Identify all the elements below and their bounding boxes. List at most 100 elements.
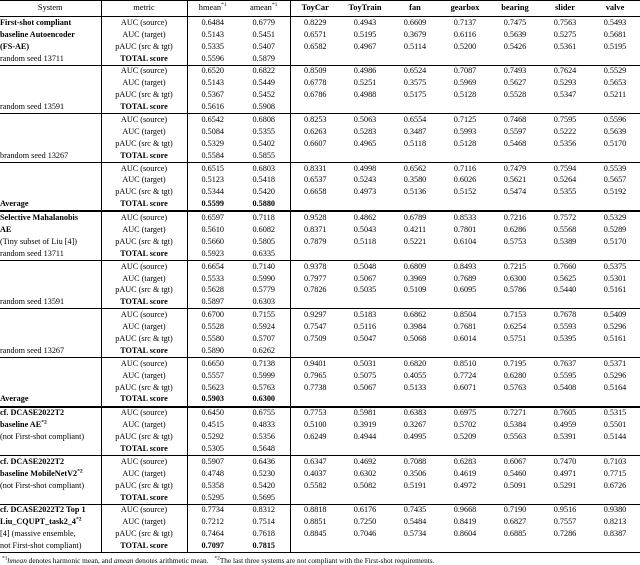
- value-gearbox: 0.8419: [453, 517, 477, 527]
- value-gearbox: 0.6071: [453, 382, 477, 392]
- metric-label-total: TOTAL score: [101, 247, 188, 261]
- value-toytrain: 0.4862: [340, 210, 390, 225]
- value-toycar: 0.5100: [303, 420, 327, 430]
- table-row: AUC (target) 0.5084 0.5355 0.6263 0.5283 0.34…: [0, 126, 640, 138]
- value-fan: 0.6609: [390, 15, 440, 29]
- value-bearing: 0.7216: [490, 210, 540, 225]
- value-valve: [590, 443, 640, 455]
- value-slider: 0.7594: [540, 161, 590, 175]
- system-label-fsae-13591-line2: [0, 77, 102, 90]
- table-row: pAUC (src & tgt) 0.5344 0.5420 0.6658 0.4973…: [0, 186, 640, 199]
- metric-label-auc_target: AUC (target): [101, 77, 188, 90]
- value-hmean: 0.5084: [201, 126, 224, 136]
- value-bearing: 0.5426: [503, 41, 527, 51]
- metric-label-auc_source: AUC (source): [101, 161, 188, 175]
- system-label-smae-13591-line2: [0, 272, 102, 285]
- table-row: (not First-shot compliant) pAUC (src & tg…: [0, 431, 640, 444]
- value-toytrain: 0.7250: [353, 517, 377, 527]
- value-amean: 0.6436: [238, 455, 291, 468]
- value-toytrain: 0.5243: [353, 175, 377, 185]
- value-toytrain: 0.5048: [340, 259, 390, 273]
- value-valve: 0.5375: [590, 259, 640, 273]
- system-label-smae-13711-line3: (Tiny subset of Liu [4]): [0, 236, 102, 248]
- value-toytrain: [340, 198, 390, 211]
- table-row: random seed 13711 TOTAL score 0.5923 0.6335: [0, 247, 640, 261]
- value-slider: 0.5291: [553, 480, 577, 490]
- value-amean: 0.5451: [238, 28, 291, 41]
- value-slider: [540, 394, 590, 407]
- value-toytrain: 0.4692: [340, 455, 390, 468]
- table-row: pAUC (src & tgt) 0.5580 0.5707 0.7509 0.5047…: [0, 333, 640, 346]
- value-hmean: 0.5599: [201, 199, 224, 209]
- value-toycar: 0.6658: [303, 187, 327, 197]
- value-toycar: 0.8845: [303, 529, 327, 539]
- value-gearbox: 0.4619: [453, 468, 477, 478]
- value-toytrain: 0.4973: [353, 187, 377, 197]
- value-toycar: 0.4037: [303, 468, 327, 478]
- system-label-dcase-top1-line3: [4] (massive ensemble,: [0, 528, 102, 541]
- table-row: AUC (target) 0.5143 0.5449 0.6778 0.5251 0.35…: [0, 77, 640, 90]
- value-bearing: [490, 150, 540, 162]
- table-row: TOTAL score 0.5295 0.5695: [0, 491, 640, 505]
- value-valve: 0.8213: [603, 517, 627, 527]
- value-amean: 0.5230: [238, 467, 291, 480]
- value-fan: 0.5118: [403, 138, 427, 148]
- table-row: AUC (target) 0.5557 0.5999 0.7965 0.5075 0.40…: [0, 369, 640, 382]
- value-toycar: 0.8229: [290, 15, 340, 29]
- metric-label-auc_source: AUC (source): [101, 15, 188, 29]
- table-row: AUC (source) 0.6650 0.7138 0.9401 0.5031 0.68…: [0, 356, 640, 370]
- value-toycar: [290, 345, 340, 357]
- value-amean: 0.5924: [238, 321, 291, 334]
- value-bearing: 0.5597: [503, 126, 527, 136]
- value-hmean: 0.6542: [187, 113, 238, 127]
- value-bearing: [490, 248, 540, 260]
- value-amean: 0.5990: [238, 272, 291, 285]
- value-valve: 0.5164: [603, 382, 627, 392]
- metric-label-pauc: pAUC (src & tgt): [101, 479, 188, 492]
- metric-label-pauc: pAUC (src & tgt): [101, 137, 188, 150]
- value-toytrain: 0.5035: [353, 285, 377, 295]
- value-valve: [590, 101, 640, 113]
- value-valve: [590, 492, 640, 504]
- value-bearing: 0.5627: [503, 78, 527, 88]
- value-bearing: [490, 443, 540, 455]
- value-gearbox: 0.5702: [453, 420, 477, 430]
- metric-label-pauc: pAUC (src & tgt): [101, 186, 188, 199]
- column-header-toytrain: ToyTrain: [340, 0, 390, 17]
- value-bearing: 0.5468: [503, 138, 527, 148]
- value-toytrain: 0.5063: [340, 113, 390, 127]
- column-header-bearing: bearing: [490, 0, 540, 17]
- value-amean: 0.6803: [238, 161, 291, 175]
- table-row: brandom seed 13267 TOTAL score 0.5584 0.585…: [0, 149, 640, 163]
- table-row: AUC (target) 0.5533 0.5990 0.7977 0.5067 0.39…: [0, 272, 640, 285]
- value-valve: 0.5301: [603, 273, 627, 283]
- value-fan: 0.6554: [390, 113, 440, 127]
- table-row: pAUC (src & tgt) 0.5628 0.5779 0.7826 0.5035…: [0, 284, 640, 297]
- value-hmean: 0.5329: [201, 138, 224, 148]
- table-row: baseline Autoencoder AUC (target) 0.5143 0.…: [0, 28, 640, 41]
- value-slider: 0.5355: [553, 187, 577, 197]
- metric-label-auc_source: AUC (source): [101, 455, 188, 468]
- table-row: Selective Mahalanobis AUC (source) 0.6597 0…: [0, 210, 640, 225]
- value-amean: 0.5418: [238, 174, 291, 187]
- value-gearbox: 0.6104: [453, 236, 477, 246]
- table-body: First-shot compliant AUC (source) 0.6484 0.…: [0, 15, 640, 554]
- system-label-smae-13267-line3: [0, 333, 102, 346]
- value-fan: [390, 540, 440, 554]
- value-hmean: 0.6515: [187, 161, 238, 175]
- value-fan: 0.5191: [403, 480, 427, 490]
- value-gearbox: 0.7087: [440, 64, 490, 78]
- value-amean: 0.6779: [238, 15, 291, 29]
- column-header-system: System: [0, 0, 102, 17]
- value-fan: 0.5734: [403, 529, 427, 539]
- table-row: AUC (target) 0.5123 0.5418 0.6537 0.5243 0.35…: [0, 174, 640, 187]
- value-hmean: 0.5557: [201, 370, 224, 380]
- value-slider: 0.7605: [540, 405, 590, 420]
- value-bearing: 0.6827: [503, 517, 527, 527]
- table-row: AUC (source) 0.6515 0.6803 0.8331 0.4998 0.65…: [0, 161, 640, 175]
- value-valve: [590, 540, 640, 554]
- value-valve: 0.5296: [603, 322, 627, 332]
- value-toytrain: 0.6176: [340, 503, 390, 517]
- value-toycar: [290, 492, 340, 504]
- metric-label-auc_source: AUC (source): [101, 210, 188, 225]
